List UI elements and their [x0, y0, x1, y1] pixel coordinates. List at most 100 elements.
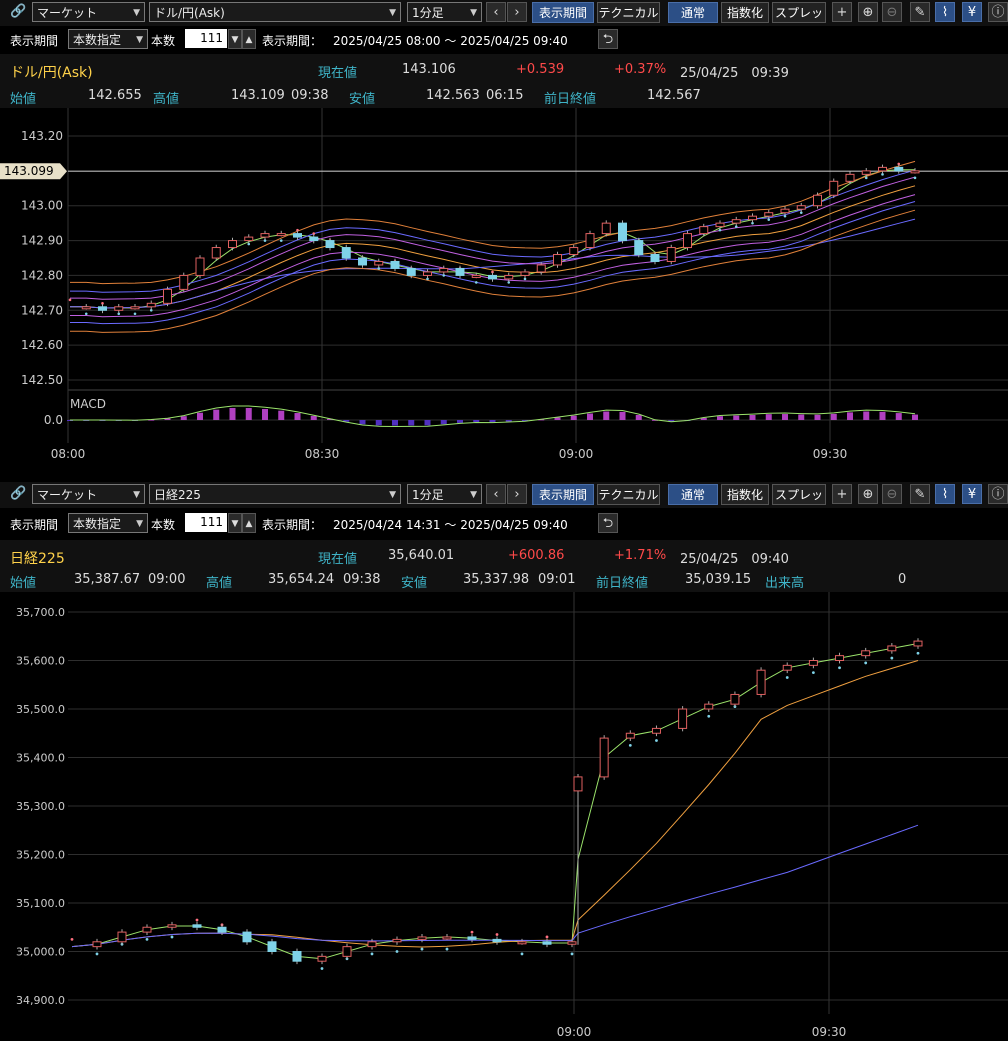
next-button[interactable]: › [507, 484, 527, 504]
reset-icon[interactable]: ⮌ [598, 29, 618, 49]
candle [913, 640, 923, 647]
y-tick-label: 35,400.0 [16, 752, 65, 765]
candle [309, 236, 319, 242]
candle [417, 936, 427, 940]
spread-button[interactable]: スプレッド [772, 2, 826, 41]
index-button[interactable]: 指数化 [721, 484, 769, 505]
timestamp: 25/04/25 09:39 [680, 66, 789, 81]
x-tick-label: 08:30 [305, 447, 340, 461]
zoom-in-icon[interactable]: ⊕ [858, 2, 878, 22]
normal-button[interactable]: 通常 [668, 2, 718, 23]
candle [392, 938, 402, 943]
normal-button[interactable]: 通常 [668, 484, 718, 505]
line-tool-icon[interactable]: ⌇ [935, 484, 955, 504]
candle [599, 737, 609, 778]
candle [276, 233, 286, 237]
count-down-button[interactable]: ▼ [228, 513, 242, 533]
change-pct: +1.71% [614, 548, 667, 563]
zoom-out-icon[interactable]: ⊖ [882, 2, 902, 22]
interval-select[interactable]: 1分足 ▼ [407, 2, 482, 22]
mode-select[interactable]: 本数指定 ▼ [68, 29, 148, 49]
display-period-button[interactable]: 表示期間 [532, 2, 594, 23]
candle [601, 222, 611, 235]
symbol-name: ドル/円(Ask) [10, 65, 93, 81]
link-icon[interactable]: 🔗 [10, 486, 26, 501]
pencil-icon[interactable]: ✎ [910, 484, 930, 504]
symbol-select[interactable]: ドル/円(Ask) ▼ [149, 2, 401, 22]
macd-histogram-bar [814, 414, 821, 420]
quote-info: ドル/円(Ask) 現在値 143.106 +0.539 +0.37% 25/0… [0, 54, 1008, 108]
usdjpy-chart[interactable]: 143.20 143.00 142.90 142.80 142.70 142.60 142.… [0, 108, 1008, 478]
crosshair-icon[interactable]: + [832, 484, 852, 504]
info-icon[interactable]: ⓘ [988, 484, 1008, 504]
candle [406, 267, 416, 276]
nikkei-chart[interactable]: 35,700.0 35,600.0 35,500.0 35,400.0 35,300.0… [0, 592, 1008, 1041]
macd-histogram-bar [359, 420, 366, 425]
symbol-select[interactable]: 日経225 ▼ [149, 484, 401, 504]
next-button[interactable]: › [507, 2, 527, 22]
candle [748, 215, 757, 221]
candle [650, 254, 660, 262]
prev-button[interactable]: ‹ [486, 484, 506, 504]
candle [471, 274, 481, 278]
count-up-button[interactable]: ▲ [242, 29, 256, 49]
display-period-button[interactable]: 表示期間 [532, 484, 594, 505]
sar-dot [84, 312, 88, 316]
change-value: +0.539 [516, 62, 565, 77]
candle [325, 240, 335, 249]
macd-histogram-bar [278, 410, 285, 420]
candle [163, 288, 172, 304]
candle [730, 693, 740, 705]
technical-button[interactable]: テクニカル [597, 2, 660, 23]
candle [267, 941, 277, 952]
candle [179, 274, 189, 290]
candle [211, 247, 221, 259]
zoom-out-icon[interactable]: ⊖ [882, 484, 902, 504]
candle [782, 664, 792, 671]
spread-button[interactable]: スプレッド [772, 484, 826, 523]
candle [98, 306, 107, 311]
technical-button[interactable]: テクニカル [597, 484, 660, 505]
range-value: 2025/04/25 08:00 ～ 2025/04/25 09:40 [333, 34, 568, 48]
macd-histogram-bar [294, 413, 301, 420]
yen-icon[interactable]: ¥ [962, 2, 982, 22]
y-tick-label: 142.70 [21, 303, 63, 317]
count-input[interactable]: 111 [185, 29, 227, 48]
zoom-in-icon[interactable]: ⊕ [858, 484, 878, 504]
chevron-down-icon: ▼ [136, 519, 143, 529]
candle [678, 708, 688, 729]
candle [492, 938, 502, 943]
count-down-button[interactable]: ▼ [228, 29, 242, 49]
pencil-icon[interactable]: ✎ [910, 2, 930, 22]
ma-mid-line [70, 185, 916, 309]
crosshair-icon[interactable]: + [832, 2, 852, 22]
prev-button[interactable]: ‹ [486, 2, 506, 22]
y-tick-label: 142.60 [21, 338, 63, 352]
mode-select[interactable]: 本数指定 ▼ [68, 513, 148, 533]
yen-icon[interactable]: ¥ [962, 484, 982, 504]
sar-dot [279, 239, 283, 242]
info-icon[interactable]: ⓘ [988, 2, 1008, 22]
link-icon[interactable]: 🔗 [10, 4, 26, 19]
index-button[interactable]: 指数化 [721, 2, 769, 23]
candle [423, 271, 432, 276]
candle [367, 941, 377, 948]
count-up-button[interactable]: ▲ [242, 513, 256, 533]
interval-select[interactable]: 1分足 ▼ [407, 484, 482, 504]
macd-histogram-bar [847, 412, 853, 420]
macd-histogram-bar [879, 411, 886, 420]
macd-histogram-bar [213, 409, 220, 420]
count-input[interactable]: 111 [185, 513, 227, 532]
sar-dot [811, 671, 815, 675]
candle [374, 260, 384, 266]
market-select[interactable]: マーケット ▼ [32, 2, 145, 22]
sar-dot [495, 933, 499, 936]
candle [390, 260, 400, 269]
candle [217, 926, 227, 933]
y-tick-label: 35,100.0 [16, 897, 65, 910]
reset-icon[interactable]: ⮌ [598, 513, 618, 533]
sar-dot [95, 952, 99, 956]
market-select[interactable]: マーケット ▼ [32, 484, 145, 504]
line-tool-icon[interactable]: ⌇ [935, 2, 955, 22]
macd-histogram-bar [180, 416, 187, 420]
